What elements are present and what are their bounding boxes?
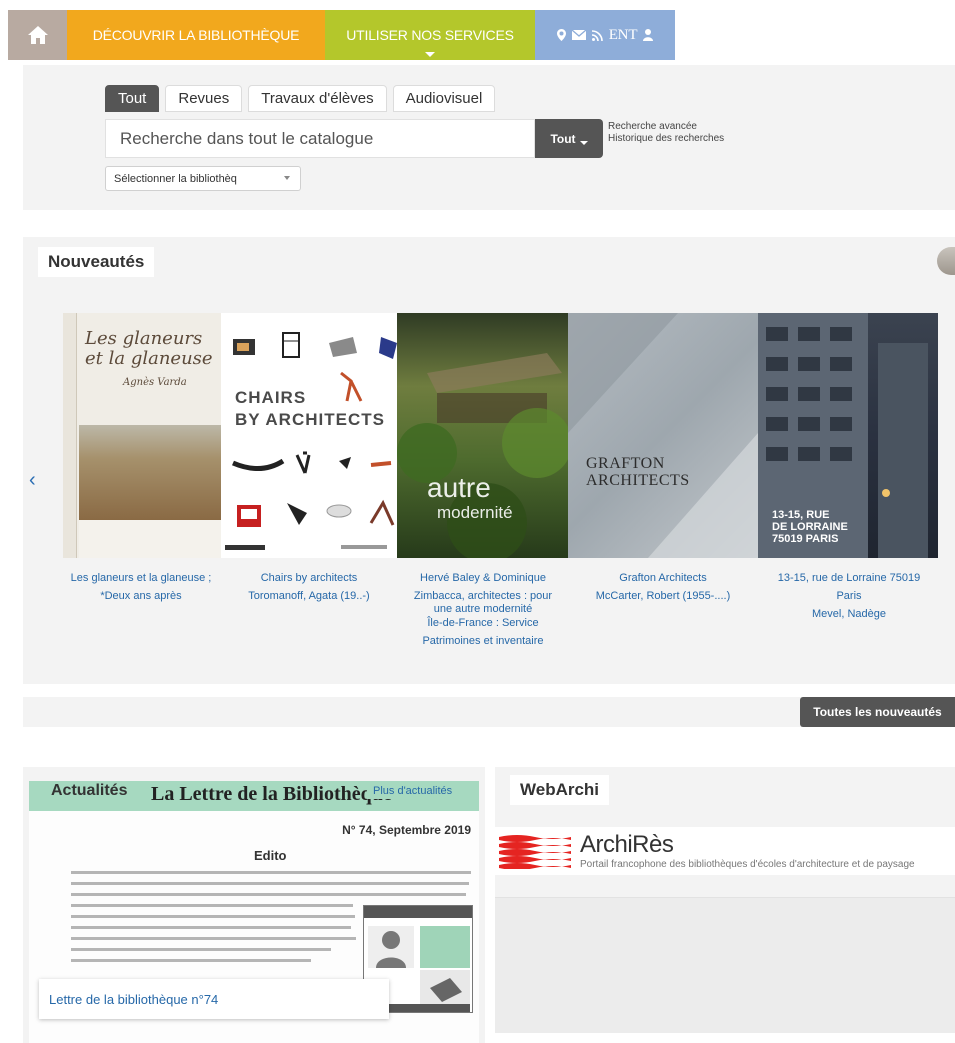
search-input[interactable] [106,120,534,157]
newsletter-header-text: La Lettre de la Bibliothèque [151,783,392,805]
new-items-title: Nouveautés [38,247,155,277]
webarchi-title: WebArchi [510,775,610,805]
cover-spine [63,313,77,558]
nav-services[interactable]: UTILISER NOS SERVICES [325,10,535,60]
caret-down-icon [425,52,435,57]
home-icon [27,26,48,44]
search-links: Recherche avancée Historique des recherc… [608,121,724,145]
cover-title: GRAFTON ARCHITECTS [586,455,690,489]
cover-image[interactable]: 13-15, RUE DE LORRAINE 75019 PARIS [758,313,938,558]
sidebox-header [364,906,472,918]
library-select-value: Sélectionner la bibliothèq [114,172,237,185]
nav-services-label: UTILISER NOS SERVICES [346,27,514,43]
tab-journals[interactable]: Revues [165,85,243,112]
cover-caption[interactable]: Grafton Architects McCarter, Robert (195… [573,569,753,605]
cover-author: Agnès Varda [123,377,187,388]
cover-caption[interactable]: Hervé Baley & Dominique Zimbacca, archit… [393,569,573,650]
search-scope-button[interactable]: Tout [535,119,603,158]
cover-subtitle: modernité [437,503,513,522]
home-button[interactable] [8,10,67,60]
caption-line: une autre modernité [433,603,533,615]
chairs-illustration [225,332,397,550]
carousel-prev-icon[interactable]: ‹ [29,469,36,492]
all-new-items-button[interactable]: Toutes les nouveautés [800,697,955,727]
cover-image[interactable]: autre modernité [397,313,568,558]
new-items-panel: Nouveautés ‹ Les glaneurs et la glaneuse… [23,237,955,684]
cover-title: Les glaneurs et la glaneuse [85,328,213,369]
caption-line: Patrimoines et inventaire [422,635,544,647]
cover-image[interactable]: Les glaneurs et la glaneuse Agnès Varda [63,313,221,558]
search-scope-label: Tout [550,131,576,146]
cover-caption[interactable]: Chairs by architects Toromanoff, Agata (… [219,569,399,605]
caret-down-icon [579,140,588,145]
cover-title-line: CHAIRS [235,388,307,407]
cover-title-line: 75019 PARIS [772,533,839,545]
search-history-link[interactable]: Historique des recherches [608,133,724,145]
news-card-title[interactable]: Lettre de la bibliothèque n°74 [39,979,389,1019]
cover-caption[interactable]: Les glaneurs et la glaneuse ; *Deux ans … [51,569,231,605]
caption-line: McCarter, Robert (1955-....) [595,590,731,602]
new-items-bar: Toutes les nouveautés [23,697,955,727]
cover-footer [79,520,221,558]
cover-title-line: 13-15, RUE [772,509,830,521]
caption-line: Mevel, Nadège [812,608,886,620]
tab-audiovisual[interactable]: Audiovisuel [392,85,496,112]
caption-line: Toromanoff, Agata (19..-) [248,590,370,602]
facade-illustration [568,313,758,558]
webarchi-panel: WebArchi ArchiRès Portail francophone de… [495,767,955,1033]
library-select[interactable]: Sélectionner la bibliothèq [105,166,301,191]
nav-tools: ENT [535,10,675,60]
tab-all[interactable]: Tout [105,85,160,112]
ent-link[interactable]: ENT [609,27,638,44]
carousel-control-icon[interactable] [937,247,955,275]
cover-caption[interactable]: 13-15, rue de Lorraine 75019 Paris Mevel… [759,569,939,623]
caption-line: Île-de-France : Service [427,617,539,629]
search-tabs: Tout Revues Travaux d'élèves Audiovisuel [105,85,496,112]
page: DÉCOUVRIR LA BIBLIOTHÈQUE UTILISER NOS S… [0,0,955,1043]
cover-title-line: ARCHITECTS [586,472,690,489]
cover-image[interactable]: GRAFTON ARCHITECTS [568,313,758,558]
search-box [105,119,535,158]
cover-title-line: BY ARCHITECTS [235,410,385,429]
newsletter-number: N° 74, Septembre 2019 [342,823,471,837]
cover-image[interactable]: CHAIRS BY ARCHITECTS [221,313,397,558]
news-title: Actualités [51,782,128,799]
carousel-covers: Les glaneurs et la glaneuse Agnès Varda [63,313,938,558]
cover-title: 13-15, RUE DE LORRAINE 75019 PARIS [772,509,848,545]
envelope-icon[interactable] [571,30,586,40]
cover-title-line: DE LORRAINE [772,521,848,533]
newsletter-edito: Edito [254,848,287,863]
caption-line: Hervé Baley & Dominique [420,572,546,584]
cover-title: autre [427,472,491,503]
caption-line: *Deux ans après [100,590,182,602]
cover-photo [79,425,221,520]
search-panel: Tout Revues Travaux d'élèves Audiovisuel… [23,65,955,210]
archires-logo-icon [499,835,571,869]
more-news-link[interactable]: Plus d'actualités [367,783,459,799]
webarchi-content [495,897,955,1033]
archires-tagline: Portail francophone des bibliothèques d'… [580,859,915,870]
main-nav: DÉCOUVRIR LA BIBLIOTHÈQUE UTILISER NOS S… [8,10,675,60]
rss-icon[interactable] [591,29,603,41]
archires-name: ArchiRès [580,831,674,858]
archires-banner[interactable]: ArchiRès Portail francophone des bibliot… [495,827,955,875]
news-panel: La Lettre de la Bibliothèque N° 74, Sept… [23,767,485,1043]
caption-line: 13-15, rue de Lorraine 75019 [777,572,921,584]
caption-line: Les glaneurs et la glaneuse ; [70,572,212,584]
map-pin-icon[interactable] [556,29,566,41]
cover-title: CHAIRS BY ARCHITECTS [235,387,385,431]
advanced-search-link[interactable]: Recherche avancée [608,121,724,133]
tab-student-works[interactable]: Travaux d'élèves [248,85,387,112]
caption-line: Chairs by architects [260,572,358,584]
chevron-down-icon [284,176,290,180]
caption-line: Grafton Architects [619,572,707,584]
nav-discover[interactable]: DÉCOUVRIR LA BIBLIOTHÈQUE [67,10,325,60]
user-icon[interactable] [643,29,654,41]
caption-line: Paris [836,590,862,602]
cover-title-line: GRAFTON [586,455,665,472]
